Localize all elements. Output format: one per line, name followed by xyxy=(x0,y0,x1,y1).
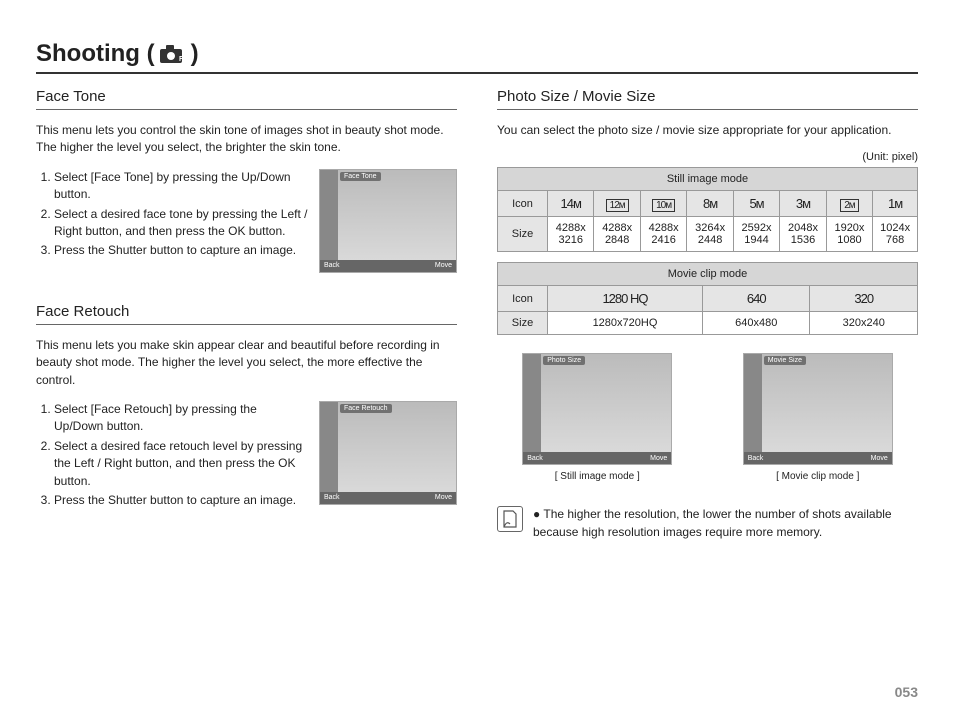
face-tone-desc: This menu lets you control the skin tone… xyxy=(36,122,457,157)
move-label: Move xyxy=(435,262,452,269)
movie-clip-table: Movie clip mode Icon 1280 HQ 640 320 Siz… xyxy=(497,262,918,335)
screenshot-label: Movie Size xyxy=(764,356,806,365)
step-item: Select a desired face tone by pressing t… xyxy=(54,206,309,241)
size-icon: 14ᴍ xyxy=(548,191,594,217)
face-tone-row: Select [Face Tone] by pressing the Up/Do… xyxy=(36,169,457,273)
photo-size-heading: Photo Size / Movie Size xyxy=(497,88,918,110)
still-caption: [ Still image mode ] xyxy=(522,471,672,482)
back-label: Back xyxy=(527,455,543,462)
size-cell: 1920x 1080 xyxy=(826,217,872,252)
size-icon: 2ᴍ xyxy=(826,191,872,217)
face-retouch-row: Select [Face Retouch] by pressing the Up… xyxy=(36,401,457,511)
icon-row-label: Icon xyxy=(498,286,548,312)
right-column: Photo Size / Movie Size You can select t… xyxy=(497,88,918,541)
step-item: Press the Shutter button to capture an i… xyxy=(54,492,309,509)
size-cell: 1024x 768 xyxy=(873,217,918,252)
screenshot-bottom-bar: Back Move xyxy=(320,492,456,504)
size-icon: 320 xyxy=(810,286,918,312)
face-tone-screenshot: Face Tone Back Move xyxy=(319,169,457,273)
step-item: Select [Face Tone] by pressing the Up/Do… xyxy=(54,169,309,204)
size-icon: 3ᴍ xyxy=(780,191,826,217)
face-retouch-screenshot: Face Retouch Back Move xyxy=(319,401,457,505)
face-retouch-steps: Select [Face Retouch] by pressing the Up… xyxy=(36,401,309,511)
back-label: Back xyxy=(324,494,340,501)
note-content: The higher the resolution, the lower the… xyxy=(533,507,892,538)
size-icon: 12ᴍ xyxy=(594,191,640,217)
still-mode-screenshot: Photo Size Back Move xyxy=(522,353,672,465)
note-text: ● The higher the resolution, the lower t… xyxy=(533,506,918,541)
size-cell: 640x480 xyxy=(702,312,810,335)
page-title: Shooting ( Fn ) xyxy=(36,40,918,74)
screenshot-bottom-bar: Back Move xyxy=(523,452,671,464)
screenshot-bottom-bar: Back Move xyxy=(744,452,892,464)
unit-label: (Unit: pixel) xyxy=(497,151,918,163)
size-cell: 3264x 2448 xyxy=(687,217,733,252)
size-cell: 2048x 1536 xyxy=(780,217,826,252)
note-icon xyxy=(497,506,523,532)
step-item: Select [Face Retouch] by pressing the Up… xyxy=(54,401,309,436)
svg-text:Fn: Fn xyxy=(179,56,187,63)
back-label: Back xyxy=(748,455,764,462)
size-icon: 1ᴍ xyxy=(873,191,918,217)
size-cell: 1280x720HQ xyxy=(548,312,703,335)
face-retouch-desc: This menu lets you make skin appear clea… xyxy=(36,337,457,389)
photo-size-desc: You can select the photo size / movie si… xyxy=(497,122,918,139)
screenshot-label: Photo Size xyxy=(543,356,585,365)
back-label: Back xyxy=(324,262,340,269)
screenshot-label: Face Tone xyxy=(340,172,381,181)
still-table-title: Still image mode xyxy=(498,168,918,191)
screenshot-bottom-bar: Back Move xyxy=(320,260,456,272)
still-image-table: Still image mode Icon 14ᴍ 12ᴍ 10ᴍ 8ᴍ 5ᴍ … xyxy=(497,167,918,252)
size-icon: 10ᴍ xyxy=(640,191,686,217)
size-cell: 4288x 2416 xyxy=(640,217,686,252)
face-tone-heading: Face Tone xyxy=(36,88,457,110)
left-column: Face Tone This menu lets you control the… xyxy=(36,88,457,541)
screenshot-label: Face Retouch xyxy=(340,404,392,413)
page-title-suffix: ) xyxy=(191,40,199,68)
size-icon: 640 xyxy=(702,286,810,312)
size-cell: 2592x 1944 xyxy=(733,217,779,252)
movie-mode-block: Movie Size Back Move [ Movie clip mode ] xyxy=(743,353,893,482)
size-row-label: Size xyxy=(498,312,548,335)
camera-fn-icon: Fn xyxy=(159,44,187,64)
page-title-prefix: Shooting ( xyxy=(36,40,155,68)
size-icon: 8ᴍ xyxy=(687,191,733,217)
note-box: ● The higher the resolution, the lower t… xyxy=(497,506,918,541)
step-item: Press the Shutter button to capture an i… xyxy=(54,242,309,259)
size-cell: 4288x 3216 xyxy=(548,217,594,252)
icon-row-label: Icon xyxy=(498,191,548,217)
still-mode-block: Photo Size Back Move [ Still image mode … xyxy=(522,353,672,482)
size-row-label: Size xyxy=(498,217,548,252)
size-cell: 320x240 xyxy=(810,312,918,335)
face-tone-steps: Select [Face Tone] by pressing the Up/Do… xyxy=(36,169,309,273)
move-label: Move xyxy=(650,455,667,462)
move-label: Move xyxy=(871,455,888,462)
movie-table-title: Movie clip mode xyxy=(498,263,918,286)
step-item: Select a desired face retouch level by p… xyxy=(54,438,309,490)
movie-mode-screenshot: Movie Size Back Move xyxy=(743,353,893,465)
mode-screenshots: Photo Size Back Move [ Still image mode … xyxy=(497,353,918,482)
move-label: Move xyxy=(435,494,452,501)
tables-wrap: (Unit: pixel) Still image mode Icon 14ᴍ … xyxy=(497,151,918,335)
movie-caption: [ Movie clip mode ] xyxy=(743,471,893,482)
size-icon: 5ᴍ xyxy=(733,191,779,217)
content-columns: Face Tone This menu lets you control the… xyxy=(36,88,918,541)
page-number: 053 xyxy=(895,684,918,700)
face-retouch-heading: Face Retouch xyxy=(36,303,457,325)
size-icon: 1280 HQ xyxy=(548,286,703,312)
size-cell: 4288x 2848 xyxy=(594,217,640,252)
